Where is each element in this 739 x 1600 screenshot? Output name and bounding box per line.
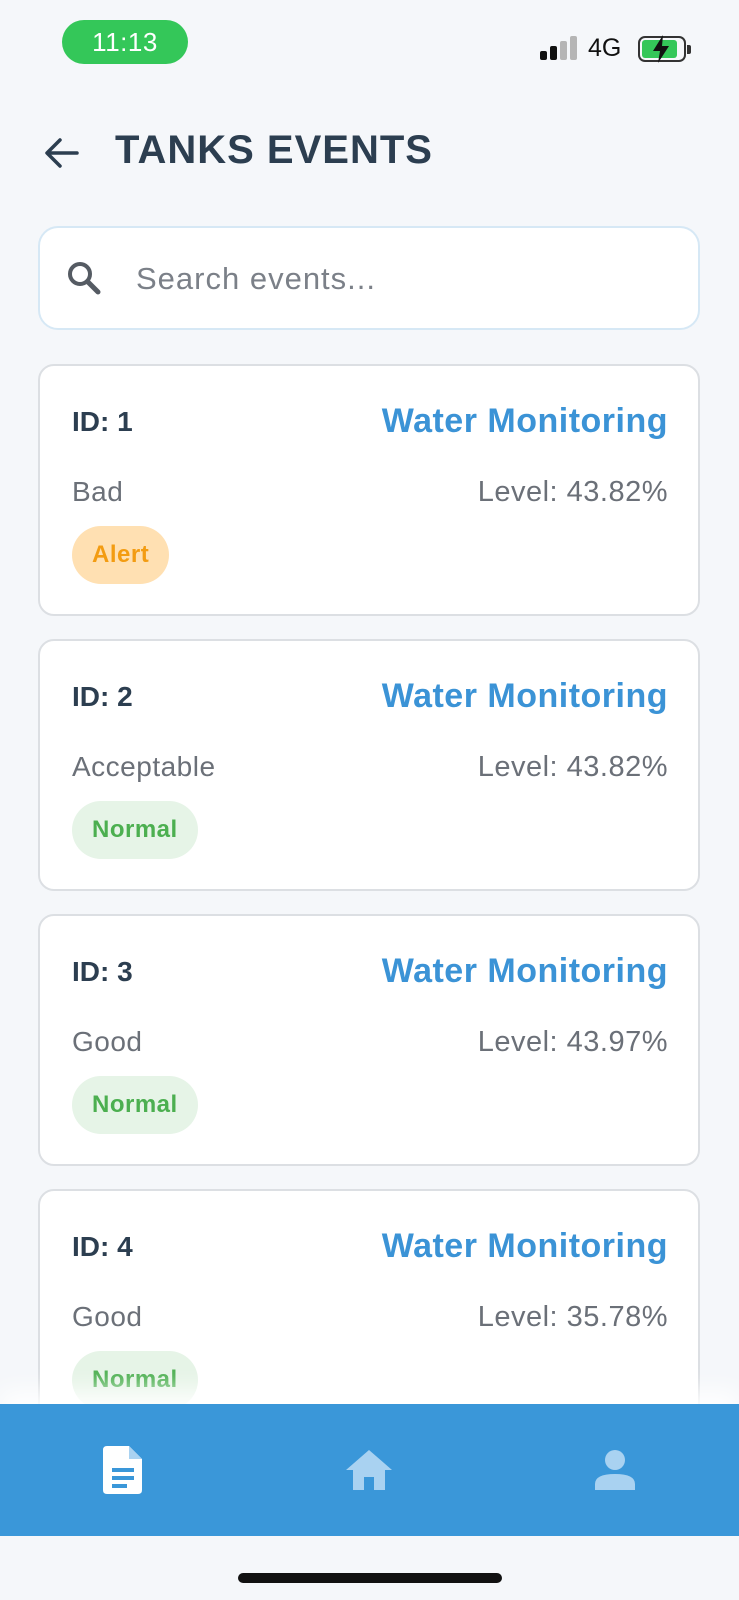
document-icon <box>103 1446 142 1494</box>
search-input[interactable] <box>136 250 676 308</box>
event-status: Bad <box>72 476 124 507</box>
event-id: ID: 4 <box>72 1231 133 1262</box>
event-level: Level: 43.82% <box>477 751 668 783</box>
event-level: Level: 35.78% <box>477 1301 668 1333</box>
normal-badge: Normal <box>72 1351 198 1409</box>
nav-item-events[interactable] <box>0 1404 246 1536</box>
signal-icon <box>540 36 580 60</box>
back-button[interactable] <box>36 128 86 178</box>
nav-item-profile[interactable] <box>492 1404 738 1536</box>
network-type: 4G <box>588 34 622 62</box>
home-indicator <box>238 1573 502 1583</box>
event-id: ID: 2 <box>72 681 133 712</box>
event-card[interactable]: ID: 2 Water Monitoring Acceptable Level:… <box>38 639 700 891</box>
bottom-nav <box>0 1404 739 1536</box>
event-title: Water Monitoring <box>381 402 668 440</box>
battery-icon <box>638 35 691 63</box>
event-id: ID: 1 <box>72 406 133 437</box>
header: TANKS EVENTS <box>0 110 739 190</box>
nav-item-home[interactable] <box>246 1404 492 1536</box>
event-status: Acceptable <box>72 751 216 782</box>
page-title: TANKS EVENTS <box>115 128 433 172</box>
event-title: Water Monitoring <box>381 952 668 990</box>
normal-badge: Normal <box>72 1076 198 1134</box>
status-bar: 11:13 4G <box>0 0 739 90</box>
alert-badge: Alert <box>72 526 170 584</box>
event-level: Level: 43.82% <box>477 476 668 508</box>
status-time: 11:13 <box>62 20 188 64</box>
event-status: Good <box>72 1301 143 1332</box>
search-bar[interactable] <box>38 226 700 330</box>
event-card[interactable]: ID: 1 Water Monitoring Bad Level: 43.82%… <box>38 364 700 616</box>
event-title: Water Monitoring <box>381 677 668 715</box>
search-icon <box>68 262 101 295</box>
event-id: ID: 3 <box>72 956 133 987</box>
user-icon <box>595 1450 635 1490</box>
arrow-left-icon <box>45 138 79 168</box>
event-card[interactable]: ID: 3 Water Monitoring Good Level: 43.97… <box>38 914 700 1166</box>
event-status: Good <box>72 1026 143 1057</box>
home-icon <box>346 1450 392 1490</box>
event-level: Level: 43.97% <box>477 1026 668 1058</box>
event-title: Water Monitoring <box>381 1227 668 1265</box>
normal-badge: Normal <box>72 801 198 859</box>
